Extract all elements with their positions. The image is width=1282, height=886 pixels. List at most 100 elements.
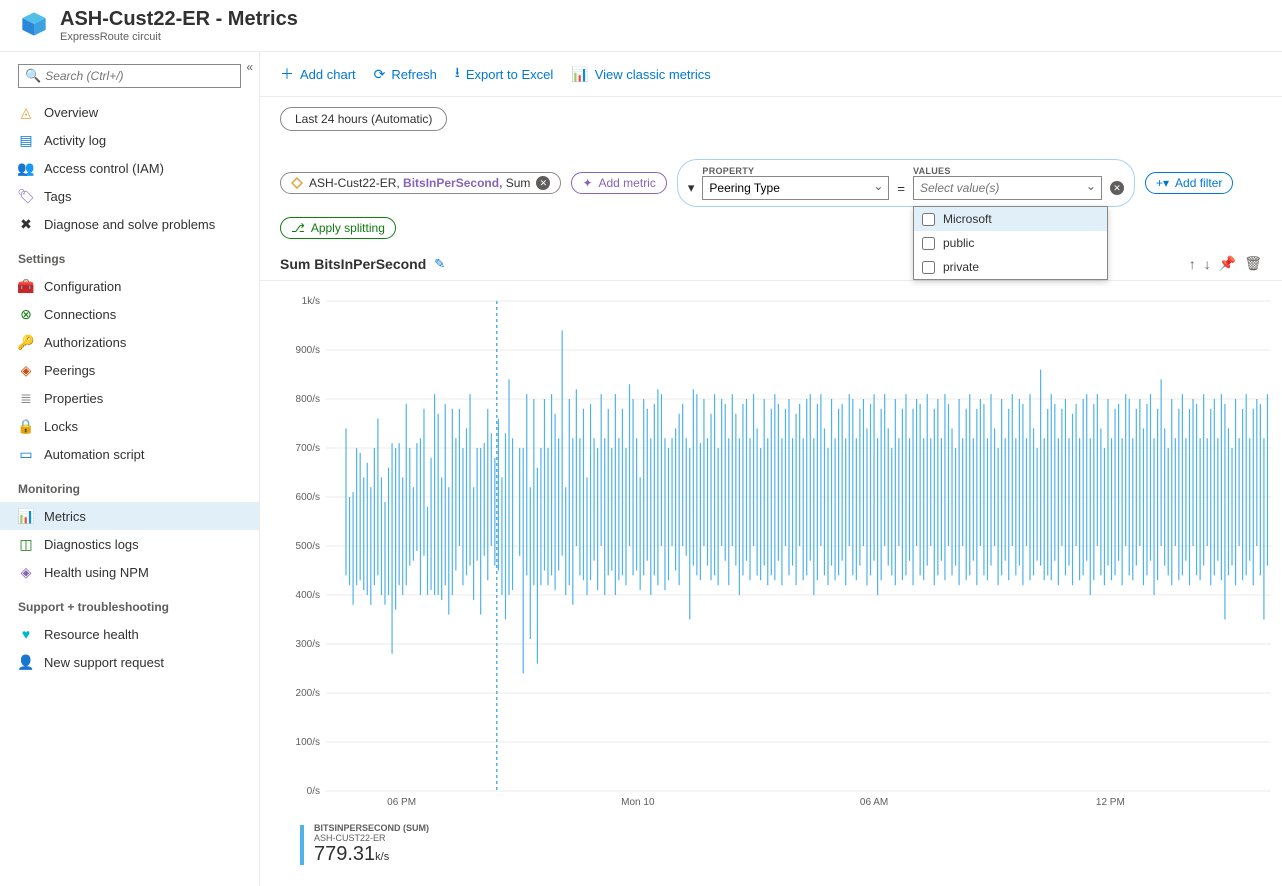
sidebar-item-properties[interactable]: ≣Properties	[0, 384, 259, 412]
search-field[interactable]	[45, 69, 234, 83]
main-content: ＋Add chart ⟳Refresh ⭳Export to Excel 📊Vi…	[260, 52, 1282, 886]
sidebar-item-metrics[interactable]: 📊Metrics	[0, 502, 259, 530]
svg-text:06 PM: 06 PM	[387, 797, 416, 808]
checkbox-icon[interactable]	[922, 237, 935, 250]
checkbox-icon[interactable]	[922, 261, 935, 274]
support-icon: 👤	[18, 654, 34, 670]
sidebar-item-label: Configuration	[44, 279, 121, 294]
legend-series-label: BITSINPERSECOND (SUM)	[314, 823, 429, 833]
tags-icon: 🏷	[18, 188, 34, 204]
export-excel-button[interactable]: ⭳Export to Excel	[455, 62, 553, 86]
sidebar-item-authorizations[interactable]: 🔑Authorizations	[0, 328, 259, 356]
sidebar-item-label: Diagnose and solve problems	[44, 217, 215, 232]
heart-icon: ♥	[18, 626, 34, 642]
resource-cube-icon	[20, 10, 48, 38]
chart-legend: BITSINPERSECOND (SUM) ASH-CUST22-ER 779.…	[260, 821, 1282, 866]
sidebar-item-label: New support request	[44, 655, 164, 670]
funnel-icon: ▾	[688, 180, 695, 200]
values-dropdown: Microsoftpublicprivate	[913, 206, 1108, 280]
pin-icon[interactable]: 📌	[1219, 255, 1236, 272]
sidebar-item-configuration[interactable]: 🧰Configuration	[0, 272, 259, 300]
search-input[interactable]: 🔍	[18, 64, 241, 88]
add-filter-button[interactable]: +▾Add filter	[1145, 172, 1233, 194]
remove-metric-icon[interactable]: ✕	[536, 176, 550, 190]
legend-value: 779.31k/s	[314, 843, 429, 866]
equals-label: =	[897, 181, 905, 200]
values-select[interactable]	[913, 176, 1102, 200]
svg-text:300/s: 300/s	[296, 639, 320, 650]
sidebar-item-diagnose-and-solve-problems[interactable]: ✖Diagnose and solve problems	[0, 210, 259, 238]
add-chart-button[interactable]: ＋Add chart	[280, 64, 356, 84]
add-metric-button[interactable]: ✦Add metric	[571, 172, 666, 194]
sidebar-item-diagnostics-logs[interactable]: ◫Diagnostics logs	[0, 530, 259, 558]
sidebar-item-overview[interactable]: ◬ Overview	[0, 98, 259, 126]
svg-text:100/s: 100/s	[296, 737, 320, 748]
checkbox-icon[interactable]	[922, 213, 935, 226]
view-classic-button[interactable]: 📊View classic metrics	[571, 66, 711, 83]
sidebar-item-label: Overview	[44, 105, 98, 120]
sidebar-item-activity-log[interactable]: ▤ Activity log	[0, 126, 259, 154]
value-option-private[interactable]: private	[914, 255, 1107, 279]
remove-filter-icon[interactable]: ✕	[1110, 181, 1124, 195]
sidebar-item-access-control-iam-[interactable]: 👥 Access control (IAM)	[0, 154, 259, 182]
overview-icon: ◬	[18, 104, 34, 120]
split-icon: ⎇	[291, 221, 305, 235]
log-icon: ▤	[18, 132, 34, 148]
refresh-button[interactable]: ⟳Refresh	[374, 66, 437, 83]
sidebar-item-label: Activity log	[44, 133, 106, 148]
time-range-picker[interactable]: Last 24 hours (Automatic)	[280, 107, 447, 131]
health-icon: ◈	[18, 564, 34, 580]
plus-icon: ✦	[582, 176, 592, 190]
svg-text:200/s: 200/s	[296, 688, 320, 699]
value-option-public[interactable]: public	[914, 231, 1107, 255]
sidebar-item-label: Access control (IAM)	[44, 161, 164, 176]
svg-text:800/s: 800/s	[296, 394, 320, 405]
property-select[interactable]	[702, 176, 889, 200]
sidebar-item-label: Resource health	[44, 627, 139, 642]
metric-chip[interactable]: ASH-Cust22-ER, BitsInPerSecond, Sum ✕	[280, 172, 561, 194]
svg-text:900/s: 900/s	[296, 345, 320, 356]
sidebar-item-resource-health[interactable]: ♥ Resource health	[0, 620, 259, 648]
props-icon: ≣	[18, 390, 34, 406]
move-up-icon[interactable]: ↑	[1189, 256, 1196, 272]
edit-title-icon[interactable]: ✎	[434, 256, 445, 272]
sidebar-item-health-using-npm[interactable]: ◈Health using NPM	[0, 558, 259, 586]
page-header: ASH-Cust22-ER - Metrics ExpressRoute cir…	[0, 0, 1282, 52]
iam-icon: 👥	[18, 160, 34, 176]
sidebar: « 🔍 ◬ Overview ▤ Activity log 👥 Access contro…	[0, 52, 260, 886]
sidebar-item-peerings[interactable]: ◈Peerings	[0, 356, 259, 384]
sidebar-item-label: Connections	[44, 307, 116, 322]
refresh-icon: ⟳	[374, 66, 386, 83]
value-option-microsoft[interactable]: Microsoft	[914, 207, 1107, 231]
move-down-icon[interactable]: ↓	[1204, 256, 1211, 272]
svg-text:500/s: 500/s	[296, 541, 320, 552]
sidebar-item-label: Metrics	[44, 509, 86, 524]
svg-text:12 PM: 12 PM	[1096, 797, 1125, 808]
sidebar-item-connections[interactable]: ⊗ Connections	[0, 300, 259, 328]
filter-group: ▾ PROPERTY = VALUES Microsoftpublicpriva…	[677, 159, 1135, 207]
resource-mini-icon	[291, 177, 303, 189]
svg-text:1k/s: 1k/s	[302, 296, 320, 307]
svg-text:0/s: 0/s	[307, 786, 320, 797]
apply-splitting-button[interactable]: ⎇Apply splitting	[280, 217, 396, 239]
collapse-sidebar-icon[interactable]: «	[246, 60, 253, 74]
resource-type-label: ExpressRoute circuit	[60, 31, 298, 43]
sidebar-item-automation-script[interactable]: ▭Automation script	[0, 440, 259, 468]
svg-text:400/s: 400/s	[296, 590, 320, 601]
sidebar-item-label: Locks	[44, 419, 78, 434]
sidebar-section-label: Support + troubleshooting	[0, 586, 259, 620]
sidebar-item-tags[interactable]: 🏷 Tags	[0, 182, 259, 210]
conn-icon: ⊗	[18, 306, 34, 322]
sidebar-section-label: Settings	[0, 238, 259, 272]
values-label: VALUES	[913, 166, 1102, 176]
sidebar-item-label: Diagnostics logs	[44, 537, 139, 552]
sidebar-item-locks[interactable]: 🔒Locks	[0, 412, 259, 440]
sidebar-item-new-support-request[interactable]: 👤 New support request	[0, 648, 259, 676]
sidebar-item-label: Peerings	[44, 363, 95, 378]
sidebar-item-label: Tags	[44, 189, 71, 204]
metrics-chart[interactable]: 0/s100/s200/s300/s400/s500/s600/s700/s80…	[280, 291, 1282, 821]
delete-icon[interactable]: 🗑	[1244, 255, 1262, 272]
chart-title: Sum BitsInPerSecond	[280, 256, 426, 272]
chart-action-bar: ↑ ↓ 📌 🗑	[1189, 255, 1262, 272]
page-title: ASH-Cust22-ER - Metrics	[60, 8, 298, 31]
